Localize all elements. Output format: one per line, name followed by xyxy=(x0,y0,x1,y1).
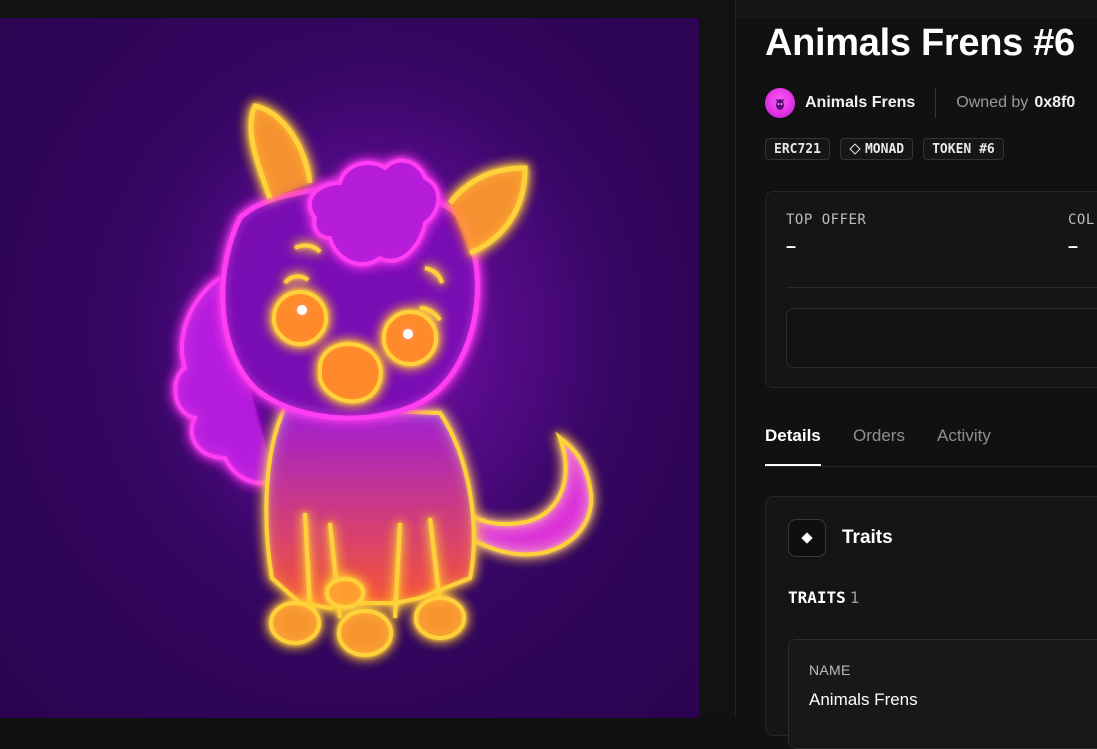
top-offer-label: TOP OFFER xyxy=(786,212,867,228)
diamond-icon xyxy=(788,519,826,557)
collection-stat-value: – xyxy=(1068,236,1079,256)
traits-card: Traits TRAITS 1 NAME Animals Frens xyxy=(765,496,1097,749)
action-panel[interactable] xyxy=(786,308,1097,368)
collection-stat: COL – xyxy=(1068,212,1095,257)
collection-link[interactable]: Animals Frens xyxy=(805,94,915,112)
hyena-face-icon xyxy=(775,97,785,110)
neon-hyena-artwork xyxy=(80,18,680,688)
page-title: Animals Frens #6 xyxy=(765,22,1075,64)
offer-card: TOP OFFER – COL – xyxy=(765,191,1097,388)
top-offer-value: – xyxy=(786,236,797,256)
tab-details[interactable]: Details xyxy=(765,426,821,466)
owned-by-label: Owned by xyxy=(956,94,1029,111)
tab-bar: Details Orders Activity xyxy=(765,426,1097,467)
collection-stat-label: COL xyxy=(1068,212,1095,228)
trait-value: Animals Frens xyxy=(809,690,918,709)
media-pane xyxy=(0,0,736,718)
top-offer-stat: TOP OFFER – xyxy=(786,212,866,257)
tab-orders[interactable]: Orders xyxy=(853,426,905,464)
nft-image[interactable] xyxy=(0,18,699,718)
traits-count: TRAITS 1 xyxy=(788,588,860,607)
standard-badge: ERC721 xyxy=(765,138,830,160)
collection-avatar-icon[interactable] xyxy=(765,88,795,118)
trait-type: NAME xyxy=(809,662,851,678)
owner-address-link[interactable]: 0x8f0 xyxy=(1034,94,1075,112)
card-divider xyxy=(786,287,1097,288)
monad-diamond-icon xyxy=(849,143,861,155)
token-id-badge: TOKEN #6 xyxy=(923,138,1004,160)
chain-badge: MONAD xyxy=(839,138,914,160)
details-pane: Animals Frens #6 Animals Frens Owned by … xyxy=(765,0,1097,749)
badge-row: ERC721 MONAD TOKEN #6 xyxy=(765,138,1004,160)
divider xyxy=(935,88,937,118)
ownership-row: Animals Frens Owned by 0x8f0 xyxy=(765,88,1097,118)
trait-item[interactable]: NAME Animals Frens xyxy=(788,639,1097,749)
tab-activity[interactable]: Activity xyxy=(937,426,991,464)
traits-section-title: Traits xyxy=(842,527,893,548)
